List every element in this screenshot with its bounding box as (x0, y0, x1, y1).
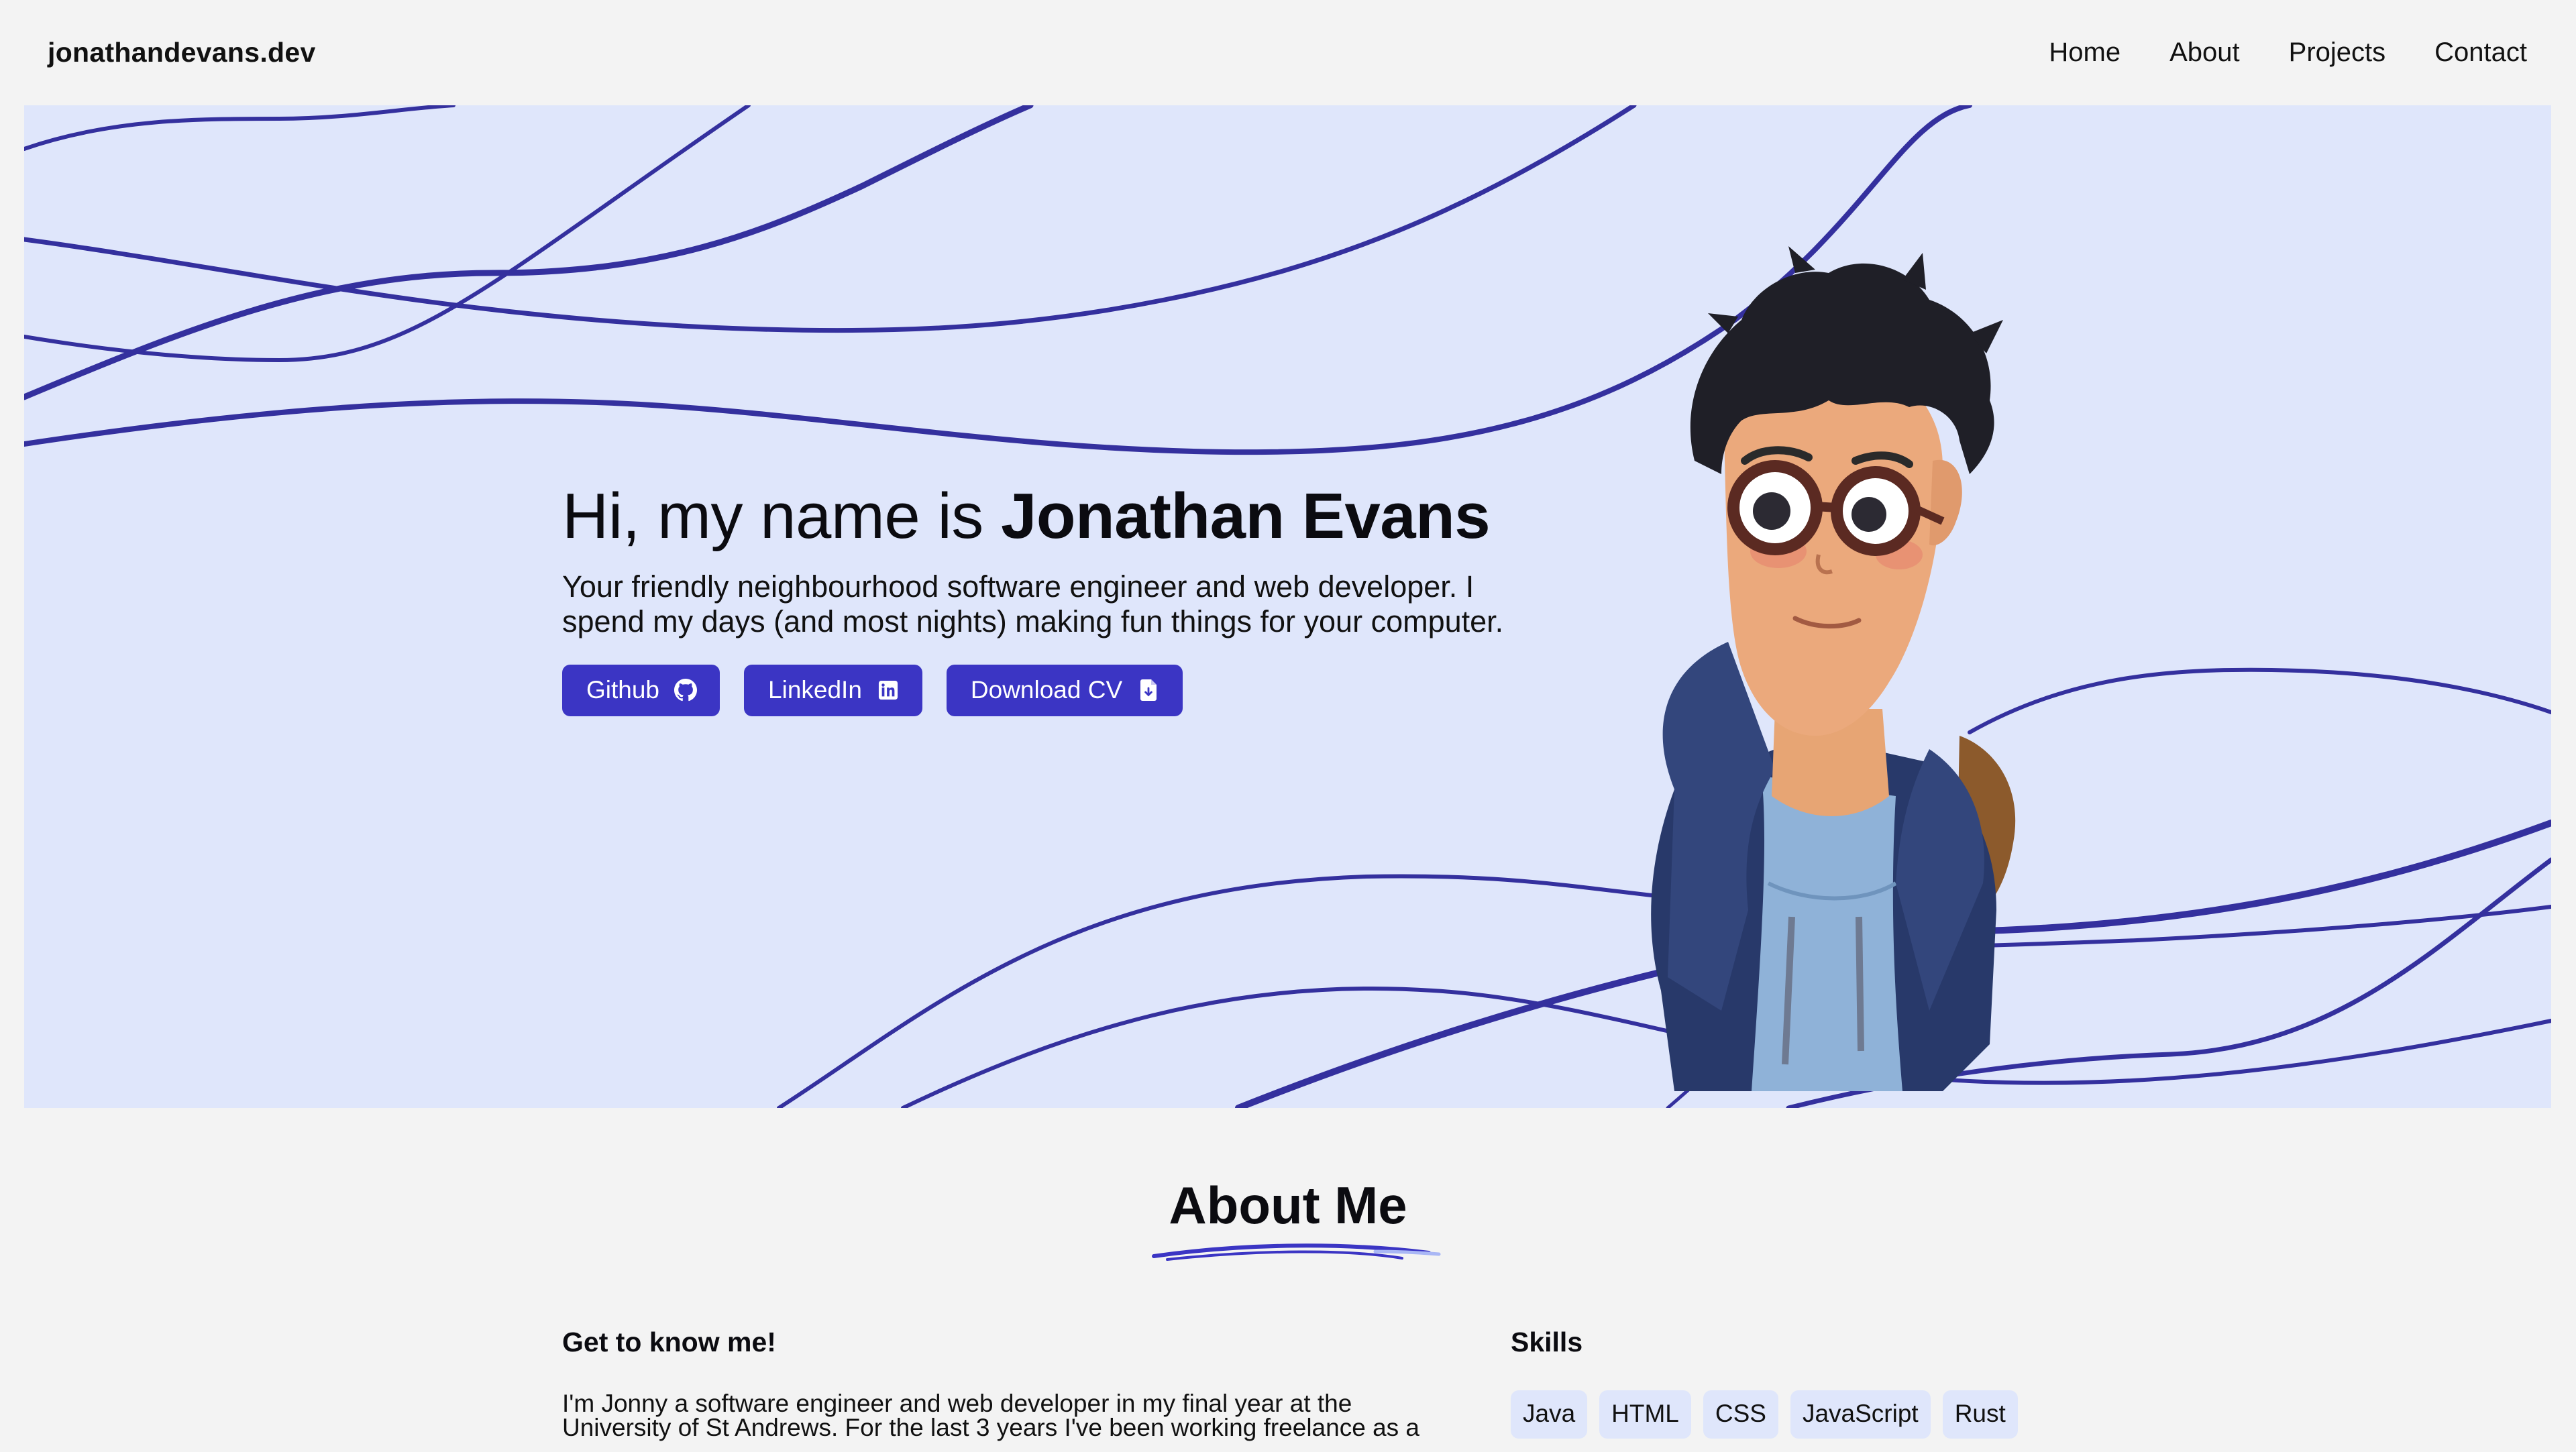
github-icon (674, 679, 698, 702)
github-button[interactable]: Github (562, 664, 720, 716)
greeting-name: Jonathan Evans (1000, 480, 1491, 552)
skills-list: Java HTML CSS JavaScript Rust (1511, 1390, 2047, 1439)
nav-link-about[interactable]: About (2169, 38, 2240, 68)
skills-column: Skills Java HTML CSS JavaScript Rust (1511, 1327, 2047, 1439)
skill-tag-java: Java (1511, 1390, 1588, 1439)
nav-link-contact[interactable]: Contact (2434, 38, 2527, 68)
linkedin-button[interactable]: LinkedIn (744, 664, 922, 716)
nav-link-home[interactable]: Home (2049, 38, 2121, 68)
about-section-title: About Me (1169, 1176, 1407, 1235)
hero-intro: Hi, my name is Jonathan Evans Your frien… (562, 481, 1582, 716)
nav-links: Home About Projects Contact (2000, 38, 2527, 68)
about-intro-column: Get to know me! I'm Jonny a software eng… (562, 1327, 1434, 1452)
skill-tag-javascript: JavaScript (1790, 1390, 1931, 1439)
file-download-icon (1137, 679, 1160, 702)
skill-tag-rust: Rust (1942, 1390, 2018, 1439)
get-to-know-heading: Get to know me! (562, 1327, 776, 1357)
about-paragraph: I'm Jonny a software engineer and web de… (562, 1392, 1419, 1441)
title-underline-decoration (1152, 1243, 1441, 1261)
greeting-prefix: Hi, my name is (562, 480, 1001, 552)
github-button-label: Github (586, 676, 660, 704)
linkedin-icon (877, 679, 900, 702)
top-navbar: jonathandevans.dev Home About Projects C… (0, 0, 2576, 105)
hero-tagline: Your friendly neighbourhood software eng… (562, 569, 1504, 638)
hero-section: Hi, my name is Jonathan Evans Your frien… (24, 105, 2551, 1108)
hero-button-row: Github LinkedIn Download CV (562, 664, 1582, 716)
avatar-illustration (1651, 246, 2016, 1091)
site-brand[interactable]: jonathandevans.dev (48, 37, 316, 68)
linkedin-button-label: LinkedIn (768, 676, 862, 704)
nav-link-projects[interactable]: Projects (2289, 38, 2386, 68)
skill-tag-css: CSS (1703, 1390, 1778, 1439)
skills-heading: Skills (1511, 1327, 1583, 1357)
skill-tag-html: HTML (1599, 1390, 1691, 1439)
download-cv-button-label: Download CV (970, 676, 1123, 704)
download-cv-button[interactable]: Download CV (946, 664, 1183, 716)
hero-greeting: Hi, my name is Jonathan Evans (562, 481, 1582, 552)
